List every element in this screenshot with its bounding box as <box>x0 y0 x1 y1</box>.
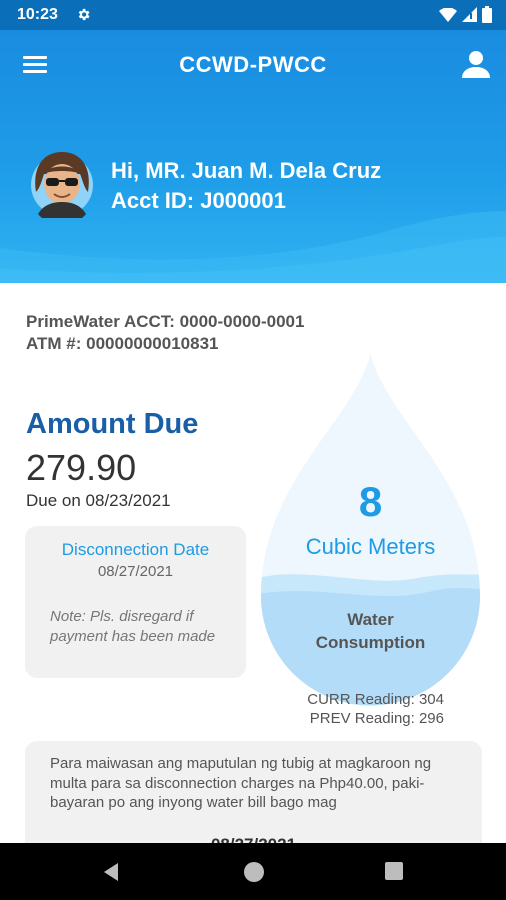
meter-readings: CURR Reading: 304 PREV Reading: 296 <box>307 690 444 728</box>
gear-icon <box>78 8 90 21</box>
battery-icon <box>482 6 492 23</box>
consumption-value: 8 <box>358 478 383 525</box>
disconnection-title: Disconnection Date <box>61 540 210 559</box>
disconnection-card: Disconnection Date 08/27/2021 Note: Pls.… <box>25 526 246 678</box>
account-info: PrimeWater ACCT: 0000-0000-0001 ATM #: 0… <box>26 311 304 355</box>
primewater-account: PrimeWater ACCT: 0000-0000-0001 <box>26 312 305 331</box>
android-nav-bar <box>0 843 506 900</box>
water-label-line1: Water <box>347 610 394 629</box>
header: CCWD-PWCC Hi, MR. Juan M. Dela Cruz Acct… <box>0 30 506 283</box>
recents-icon <box>385 862 403 880</box>
back-icon <box>104 863 118 881</box>
recents-button[interactable] <box>384 861 404 886</box>
current-reading: CURR Reading: 304 <box>307 691 444 708</box>
consumption-unit: Cubic Meters <box>305 534 436 559</box>
person-icon <box>462 51 490 78</box>
account-id: Acct ID: J000001 <box>111 188 286 213</box>
wifi-icon <box>439 7 457 22</box>
home-button[interactable] <box>243 861 265 888</box>
water-drop-icon <box>261 354 480 706</box>
previous-reading: PREV Reading: 296 <box>309 710 444 727</box>
status-bar: 10:23 <box>0 0 506 30</box>
water-consumption-label: Water Consumption <box>258 608 483 654</box>
avatar <box>31 152 93 218</box>
greeting: Hi, MR. Juan M. Dela Cruz <box>111 158 382 183</box>
water-label-line2: Consumption <box>315 633 426 652</box>
home-icon <box>244 862 264 882</box>
disconnection-note: Note: Pls. disregard if payment has been… <box>50 608 216 645</box>
status-time: 10:23 <box>17 6 58 23</box>
notice-text: Para maiwasan ang maputulan ng tubig at … <box>50 755 432 811</box>
disconnection-date: 08/27/2021 <box>97 563 174 580</box>
back-button[interactable] <box>100 861 122 888</box>
app-title: CCWD-PWCC <box>179 52 327 77</box>
amount-due-heading: Amount Due <box>26 408 199 440</box>
profile-button[interactable] <box>462 50 490 80</box>
due-date: Due on 08/23/2021 <box>26 491 171 510</box>
signal-icon <box>462 7 477 22</box>
amount-due-value: 279.90 <box>26 447 137 488</box>
